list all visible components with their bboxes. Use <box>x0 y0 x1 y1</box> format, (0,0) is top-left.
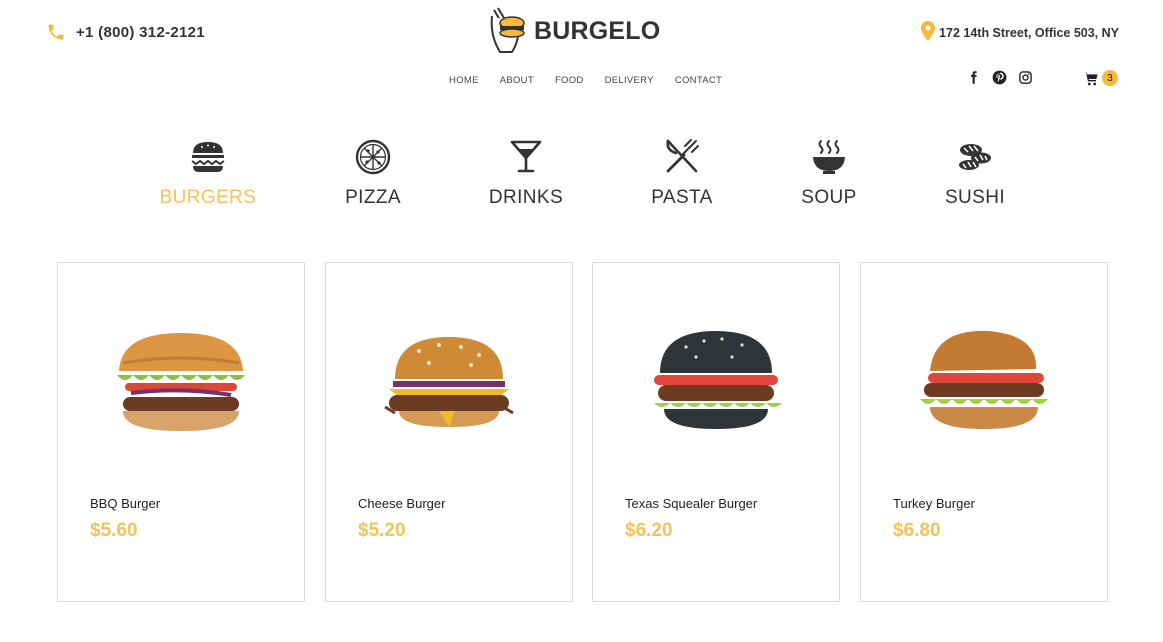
category-tabs: BURGERS PIZZA DRINKS PASTA SOUP SUSHI <box>0 138 1163 218</box>
soup-bowl-icon <box>813 140 845 174</box>
nav-home[interactable]: HOME <box>449 75 479 86</box>
pizza-icon <box>355 139 391 175</box>
location-pin-icon <box>921 21 936 41</box>
nav-about[interactable]: ABOUT <box>500 75 534 86</box>
cocktail-icon <box>510 140 542 173</box>
social-links <box>966 70 1033 85</box>
burger-hand-logo-icon <box>490 7 525 53</box>
category-label: PASTA <box>651 187 713 208</box>
burger-icon <box>191 142 225 172</box>
product-price: $6.20 <box>625 520 673 541</box>
product-name: Turkey Burger <box>893 496 975 511</box>
product-name: Cheese Burger <box>358 496 446 511</box>
sushi-icon <box>959 144 991 170</box>
product-name: BBQ Burger <box>90 496 161 511</box>
category-soup[interactable]: SOUP <box>759 138 899 209</box>
turkey-burger-image <box>920 330 1048 429</box>
shopping-cart-icon <box>1083 72 1098 86</box>
category-pizza[interactable]: PIZZA <box>303 138 443 209</box>
phone-icon <box>48 24 64 40</box>
phone-contact[interactable]: +1 (800) 312-2121 <box>46 22 205 42</box>
brand-logo[interactable]: BURGELO <box>486 6 660 56</box>
category-label: SOUP <box>801 187 857 208</box>
address-text: 172 14th Street, Office 503, NY <box>939 26 1119 40</box>
fork-knife-icon <box>666 139 699 173</box>
product-card[interactable]: Cheese Burger $5.20 <box>325 262 573 602</box>
category-pasta[interactable]: PASTA <box>612 138 752 209</box>
product-price: $6.80 <box>893 520 941 541</box>
instagram-icon[interactable] <box>1018 70 1033 85</box>
product-card[interactable]: BBQ Burger $5.60 <box>57 262 305 602</box>
product-card[interactable]: Turkey Burger $6.80 <box>860 262 1108 602</box>
category-label: BURGERS <box>159 187 257 208</box>
nav-contact[interactable]: CONTACT <box>675 75 722 86</box>
category-label: SUSHI <box>944 187 1006 208</box>
cart-button[interactable]: 3 <box>1083 70 1118 87</box>
product-card[interactable]: Texas Squealer Burger $6.20 <box>592 262 840 602</box>
cheese-burger-image <box>384 337 514 427</box>
pinterest-icon[interactable] <box>992 70 1007 85</box>
cart-count-badge: 3 <box>1102 70 1118 86</box>
phone-number: +1 (800) 312-2121 <box>76 23 205 41</box>
texas-squealer-burger-image <box>654 331 782 429</box>
product-price: $5.60 <box>90 520 138 541</box>
category-label: DRINKS <box>488 187 564 208</box>
category-burgers[interactable]: BURGERS <box>138 138 278 209</box>
product-name: Texas Squealer Burger <box>625 496 758 511</box>
category-label: PIZZA <box>345 187 401 208</box>
bbq-burger-image <box>117 333 245 431</box>
category-sushi[interactable]: SUSHI <box>905 138 1045 209</box>
main-nav: HOME ABOUT FOOD DELIVERY CONTACT <box>449 75 743 86</box>
address-info: 172 14th Street, Office 503, NY <box>921 21 1119 41</box>
product-price: $5.20 <box>358 520 406 541</box>
nav-food[interactable]: FOOD <box>555 75 584 86</box>
category-drinks[interactable]: DRINKS <box>456 138 596 209</box>
nav-delivery[interactable]: DELIVERY <box>605 75 654 86</box>
brand-name: BURGELO <box>534 16 661 45</box>
facebook-icon[interactable] <box>966 70 981 85</box>
